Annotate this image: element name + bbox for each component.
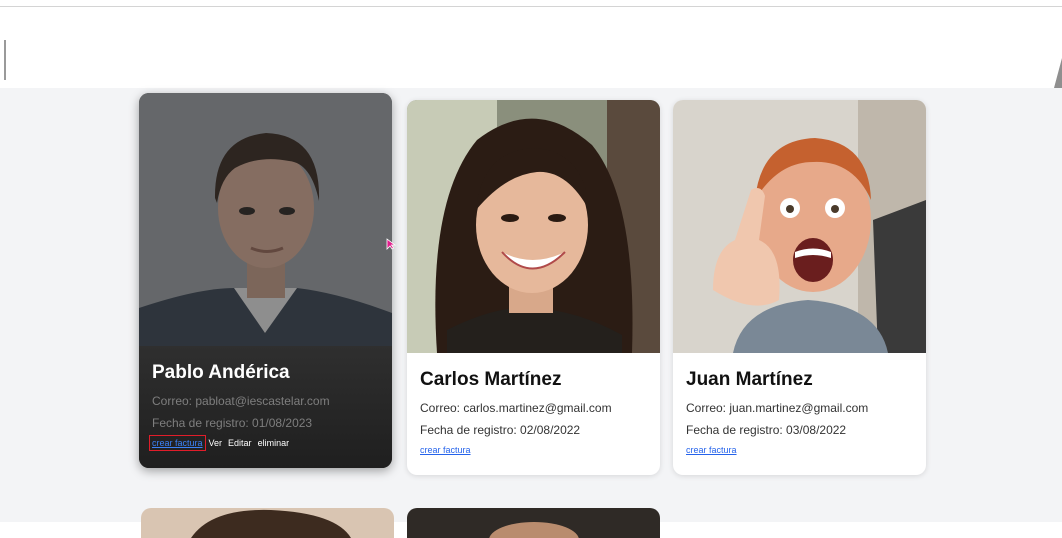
create-invoice-link[interactable]: crear factura [686,445,737,455]
user-email: Correo: carlos.martinez@gmail.com [420,401,612,415]
top-divider [0,6,1062,7]
cursor-arrow-icon [386,238,396,250]
user-registration-date: Fecha de registro: 02/08/2022 [420,423,581,437]
left-edge-mark [4,40,6,80]
user-card-juan[interactable]: Juan Martínez Correo: juan.martinez@gmai… [673,100,926,475]
view-button[interactable]: Ver [209,438,223,448]
user-card-partial[interactable] [141,508,394,538]
user-photo [139,93,392,346]
user-photo [673,100,926,353]
user-registration-date: Fecha de registro: 01/08/2023 [152,416,313,430]
top-bar [0,0,1062,88]
cards-area: Pablo Andérica Correo: pabloat@iescastel… [0,88,1062,538]
delete-button[interactable]: eliminar [258,438,290,448]
create-invoice-link[interactable]: crear factura [149,435,206,451]
user-name: Juan Martínez [686,369,813,390]
user-name: Pablo Andérica [152,362,290,383]
create-invoice-link[interactable]: crear factura [420,445,471,455]
user-card-partial[interactable] [407,508,660,538]
user-card-pablo[interactable]: Pablo Andérica Correo: pabloat@iescastel… [139,93,392,468]
user-email: Correo: pabloat@iescastelar.com [152,394,330,408]
user-name: Carlos Martínez [420,369,562,390]
user-email: Correo: juan.martinez@gmail.com [686,401,869,415]
edit-button[interactable]: Editar [228,438,252,448]
user-card-carlos[interactable]: Carlos Martínez Correo: carlos.martinez@… [407,100,660,475]
right-edge-mark [1054,58,1062,88]
user-photo [407,100,660,353]
user-registration-date: Fecha de registro: 03/08/2022 [686,423,847,437]
